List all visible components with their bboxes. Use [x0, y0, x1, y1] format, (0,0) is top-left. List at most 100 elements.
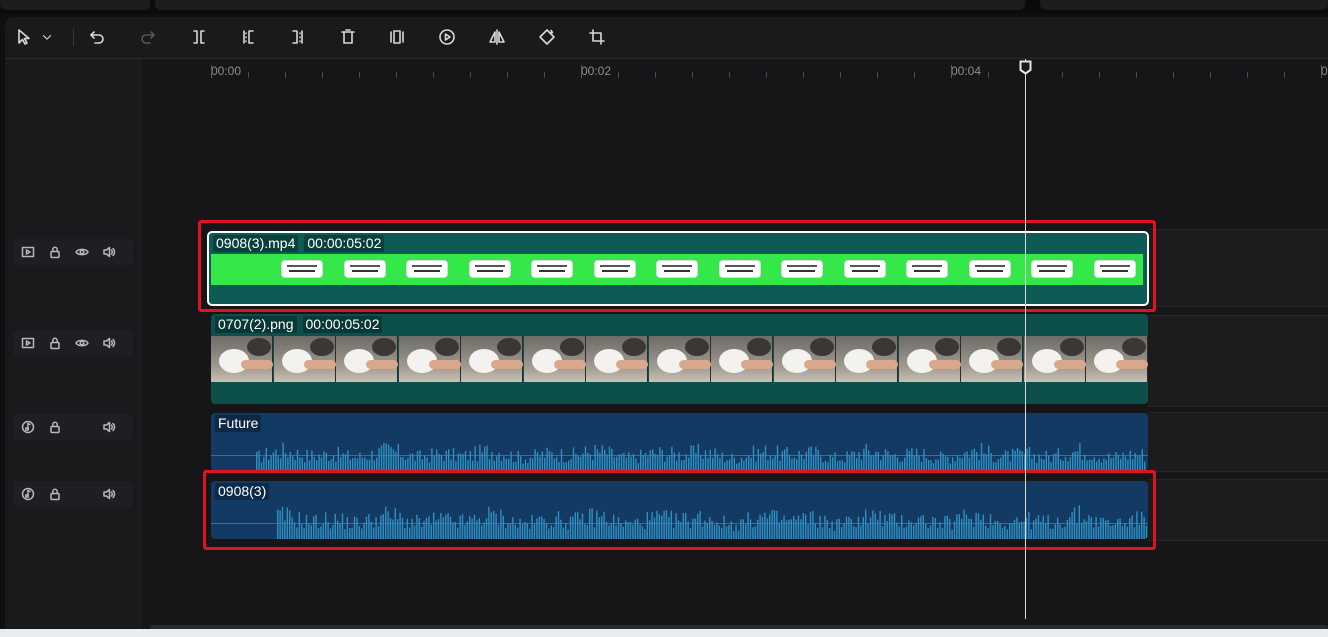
clip-duration: 00:00:05:02	[302, 316, 383, 333]
crop-icon[interactable]	[585, 25, 609, 49]
image-clip[interactable]: 0707(2).png 00:00:05:02	[211, 314, 1148, 404]
mirror-icon[interactable]	[485, 25, 509, 49]
waveform-bar	[1045, 523, 1047, 539]
waveform-bar	[613, 457, 615, 471]
waveform-bar	[392, 449, 395, 471]
waveform-bar	[750, 457, 752, 471]
waveform-bar	[464, 525, 466, 539]
waveform-bar	[1124, 456, 1127, 471]
waveform-bar	[1105, 460, 1107, 471]
waveform-bar	[1014, 450, 1016, 471]
waveform-bar	[641, 526, 644, 539]
waveform-bar	[457, 527, 459, 539]
waveform-bar	[329, 528, 332, 539]
waveform-bar	[617, 517, 620, 539]
waveform-bar	[361, 457, 363, 471]
waveform-bar	[562, 527, 564, 539]
video-frame-caption	[344, 261, 385, 277]
waveform-bar	[1108, 453, 1110, 471]
waveform-bar	[551, 452, 553, 471]
waveform-bar	[316, 460, 318, 471]
waveform-bar	[366, 459, 368, 471]
waveform-bar	[740, 519, 742, 539]
waveform-bar	[608, 446, 611, 471]
split-icon[interactable]	[187, 25, 211, 49]
waveform-bar	[442, 517, 444, 539]
lock-icon[interactable]	[43, 331, 67, 355]
video-frame-caption	[657, 261, 697, 277]
waveform-bar	[1049, 528, 1052, 539]
eye-icon[interactable]	[70, 331, 94, 355]
freeze-frame-icon[interactable]	[385, 25, 409, 49]
waveform-bar	[637, 463, 639, 471]
waveform-bar	[1119, 518, 1121, 539]
waveform-bar	[581, 513, 584, 539]
waveform-bar	[337, 520, 339, 539]
waveform-bar	[1069, 457, 1071, 471]
waveform-bar	[404, 459, 407, 471]
time-ruler[interactable]: 00:00 00:02 00:04 0	[142, 59, 1328, 87]
video-clip[interactable]: 0908(3).mp4 00:00:05:02	[207, 231, 1149, 306]
volume-icon[interactable]	[97, 331, 121, 355]
waveform-bar	[493, 510, 495, 539]
waveform-bar	[389, 518, 392, 539]
waveform-bar	[497, 524, 500, 539]
select-tool-icon[interactable]	[12, 25, 36, 49]
music-audio-clip[interactable]: Future	[211, 413, 1148, 471]
volume-icon[interactable]	[97, 482, 121, 506]
volume-icon[interactable]	[97, 240, 121, 264]
waveform-bar	[611, 448, 613, 471]
waveform-bar	[904, 457, 906, 471]
waveform-bar	[1060, 459, 1062, 471]
ruler-tick	[322, 72, 323, 78]
waveform-bar	[737, 530, 740, 539]
waveform-bar	[1076, 451, 1079, 471]
waveform-bar	[917, 517, 920, 539]
waveform-bar	[532, 458, 534, 471]
lock-icon[interactable]	[43, 415, 67, 439]
reverse-icon[interactable]	[435, 25, 459, 49]
playhead-handle[interactable]	[1019, 60, 1032, 75]
waveform-bar	[579, 519, 581, 539]
trim-start-icon[interactable]	[236, 25, 260, 49]
lock-icon[interactable]	[43, 482, 67, 506]
trim-end-icon[interactable]	[286, 25, 310, 49]
waveform-bar	[832, 456, 834, 471]
waveform-bar	[1038, 454, 1040, 471]
waveform-bar	[906, 448, 908, 471]
waveform-bar	[954, 461, 956, 471]
waveform-bar	[281, 506, 284, 539]
undo-icon[interactable]	[85, 25, 109, 49]
waveform-bar	[829, 454, 831, 471]
waveform-bar	[332, 455, 335, 471]
dropdown-chevron-icon[interactable]	[40, 25, 54, 49]
waveform-bar	[476, 461, 479, 471]
waveform-bar	[308, 523, 310, 539]
rotate-icon[interactable]	[535, 25, 559, 49]
ruler-tick	[840, 72, 841, 78]
waveform-bar	[301, 457, 303, 471]
waveform-bar	[944, 516, 946, 539]
waveform-bar	[965, 514, 968, 539]
waveform-bar	[526, 522, 528, 539]
lock-icon[interactable]	[43, 240, 67, 264]
eye-icon[interactable]	[70, 240, 94, 264]
waveform-bar	[483, 522, 485, 539]
ruler-tick	[1173, 72, 1174, 78]
volume-icon[interactable]	[97, 415, 121, 439]
playhead-line[interactable]	[1025, 59, 1026, 619]
ruler-tick	[692, 72, 693, 78]
redo-icon[interactable]	[136, 25, 160, 49]
waveform-bar	[503, 456, 505, 471]
waveform-bar	[616, 456, 618, 471]
ruler-tick	[211, 65, 212, 78]
voice-audio-clip[interactable]: 0908(3)	[211, 481, 1148, 539]
waveform-bar	[659, 447, 661, 471]
delete-icon[interactable]	[336, 25, 360, 49]
waveform-bar	[411, 518, 413, 539]
waveform-bar	[853, 451, 855, 471]
timeline-area[interactable]: 00:00 00:02 00:04 0 0908(3).mp4 00:00:05…	[142, 59, 1328, 629]
waveform-bar	[519, 518, 521, 539]
waveform-bar	[1035, 518, 1037, 539]
waveform-bar	[676, 460, 678, 471]
